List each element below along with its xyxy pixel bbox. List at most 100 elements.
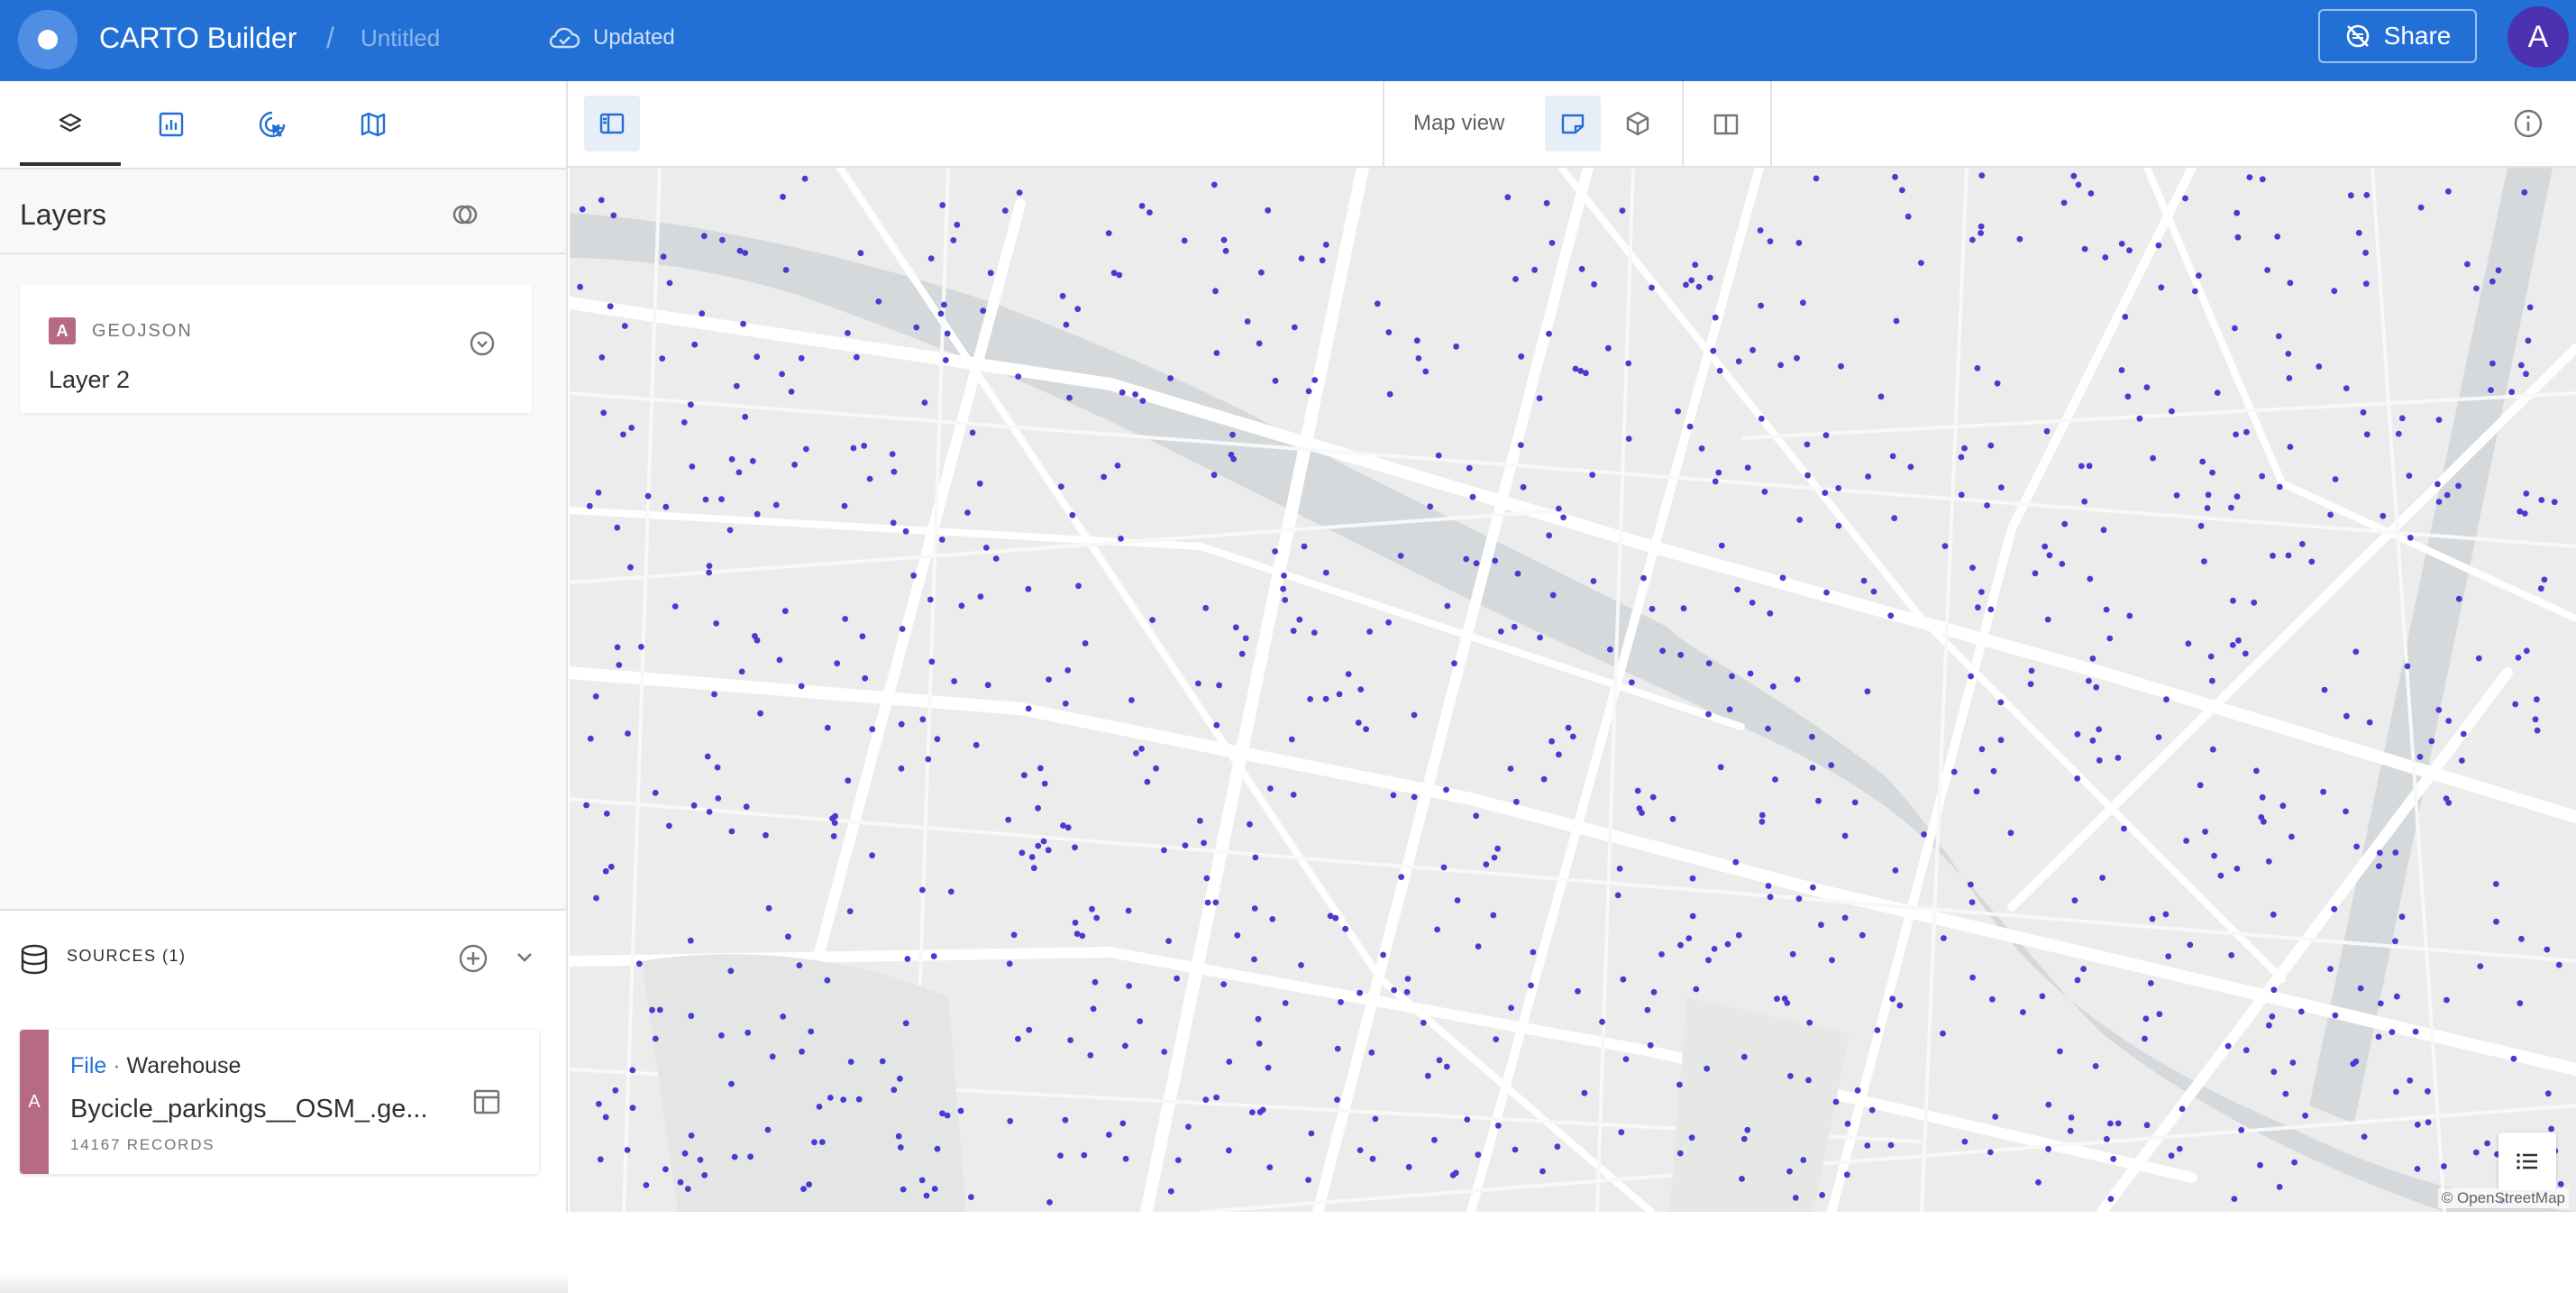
parking-point[interactable] [1201, 839, 1207, 847]
parking-point[interactable] [2045, 1145, 2051, 1152]
parking-point[interactable] [2087, 575, 2094, 582]
parking-point[interactable] [2243, 428, 2250, 436]
parking-point[interactable] [2444, 491, 2451, 499]
parking-point[interactable] [830, 833, 837, 839]
parking-point[interactable] [780, 193, 786, 200]
parking-point[interactable] [1718, 542, 1725, 549]
parking-point[interactable] [2118, 241, 2125, 247]
parking-point[interactable] [2070, 172, 2078, 179]
parking-point[interactable] [976, 480, 983, 487]
parking-point[interactable] [1449, 1171, 1457, 1178]
parking-point[interactable] [1838, 362, 1844, 370]
parking-point[interactable] [1181, 237, 1188, 244]
parking-point[interactable] [1786, 1168, 1793, 1175]
layer-options-button[interactable] [467, 328, 498, 359]
parking-point[interactable] [2455, 595, 2462, 602]
parking-point[interactable] [2557, 1180, 2564, 1188]
parking-point[interactable] [1469, 493, 1476, 500]
parking-point[interactable] [850, 445, 857, 452]
parking-point[interactable] [2251, 599, 2258, 606]
parking-point[interactable] [950, 237, 957, 243]
document-title[interactable]: Untitled [361, 0, 440, 76]
parking-point[interactable] [1404, 976, 1411, 982]
parking-point[interactable] [891, 468, 898, 475]
parking-point[interactable] [600, 409, 607, 417]
parking-point[interactable] [2525, 337, 2532, 344]
parking-point[interactable] [681, 1150, 689, 1157]
parking-point[interactable] [1787, 1073, 1794, 1079]
parking-point[interactable] [1272, 548, 1278, 555]
parking-point[interactable] [1765, 725, 1771, 732]
parking-point[interactable] [1941, 935, 1947, 941]
parking-point[interactable] [1828, 762, 1835, 768]
parking-point[interactable] [706, 569, 712, 576]
parking-point[interactable] [918, 1177, 926, 1184]
parking-point[interactable] [1322, 242, 1329, 248]
parking-point[interactable] [2187, 941, 2194, 949]
parking-point[interactable] [1336, 691, 1343, 698]
parking-point[interactable] [1057, 483, 1064, 490]
parking-point[interactable] [1607, 646, 1613, 653]
parking-point[interactable] [2081, 245, 2088, 252]
parking-point[interactable] [1443, 786, 1449, 793]
parking-point[interactable] [1256, 1040, 1263, 1047]
parking-point[interactable] [875, 298, 882, 305]
parking-point[interactable] [2143, 1122, 2151, 1129]
parking-point[interactable] [1918, 260, 1924, 266]
parking-point[interactable] [1415, 355, 1422, 362]
parking-point[interactable] [1062, 700, 1069, 707]
parking-point[interactable] [2538, 497, 2545, 503]
parking-point[interactable] [1887, 1142, 1895, 1149]
parking-point[interactable] [2376, 863, 2382, 869]
parking-point[interactable] [2147, 980, 2154, 986]
parking-point[interactable] [897, 1075, 903, 1082]
parking-point[interactable] [1311, 377, 1319, 383]
parking-point[interactable] [1978, 589, 1985, 595]
parking-point[interactable] [890, 519, 897, 527]
parking-point[interactable] [1242, 635, 1249, 642]
parking-point[interactable] [1064, 667, 1072, 674]
parking-point[interactable] [869, 852, 875, 859]
parking-point[interactable] [1649, 793, 1657, 801]
parking-point[interactable] [1167, 1188, 1174, 1195]
parking-point[interactable] [2089, 737, 2096, 744]
parking-point[interactable] [2361, 1133, 2368, 1140]
parking-point[interactable] [969, 429, 976, 436]
parking-point[interactable] [1420, 1019, 1427, 1026]
parking-point[interactable] [2197, 782, 2204, 789]
parking-point[interactable] [1549, 591, 1557, 599]
parking-point[interactable] [644, 492, 652, 500]
parking-point[interactable] [1695, 283, 1703, 290]
parking-point[interactable] [1805, 1077, 1812, 1084]
parking-point[interactable] [2107, 1196, 2115, 1202]
parking-point[interactable] [1698, 445, 1705, 452]
parking-point[interactable] [1411, 711, 1418, 719]
parking-point[interactable] [1686, 423, 1694, 430]
parking-point[interactable] [2297, 1008, 2305, 1015]
parking-point[interactable] [1259, 1106, 1266, 1114]
parking-point[interactable] [1968, 673, 1974, 680]
parking-point[interactable] [2118, 367, 2125, 373]
parking-point[interactable] [1715, 469, 1722, 476]
parking-point[interactable] [1494, 845, 1501, 852]
parking-point[interactable] [2464, 261, 2471, 268]
parking-point[interactable] [1369, 1155, 1376, 1162]
parking-point[interactable] [765, 904, 772, 912]
parking-point[interactable] [2441, 1163, 2447, 1169]
parking-point[interactable] [1220, 981, 1228, 987]
parking-point[interactable] [702, 496, 709, 503]
parking-point[interactable] [2353, 843, 2360, 850]
parking-point[interactable] [2327, 966, 2334, 972]
parking-point[interactable] [1067, 1037, 1073, 1043]
parking-point[interactable] [1202, 1096, 1210, 1104]
parking-point[interactable] [1149, 617, 1156, 623]
parking-point[interactable] [2089, 656, 2096, 662]
parking-point[interactable] [1222, 247, 1229, 254]
parking-point[interactable] [1851, 799, 1859, 806]
parking-point[interactable] [791, 462, 798, 468]
parking-point[interactable] [2092, 1063, 2099, 1069]
parking-point[interactable] [2081, 498, 2088, 505]
parking-point[interactable] [2287, 280, 2294, 287]
parking-point[interactable] [2158, 284, 2165, 291]
parking-point[interactable] [2093, 683, 2100, 691]
